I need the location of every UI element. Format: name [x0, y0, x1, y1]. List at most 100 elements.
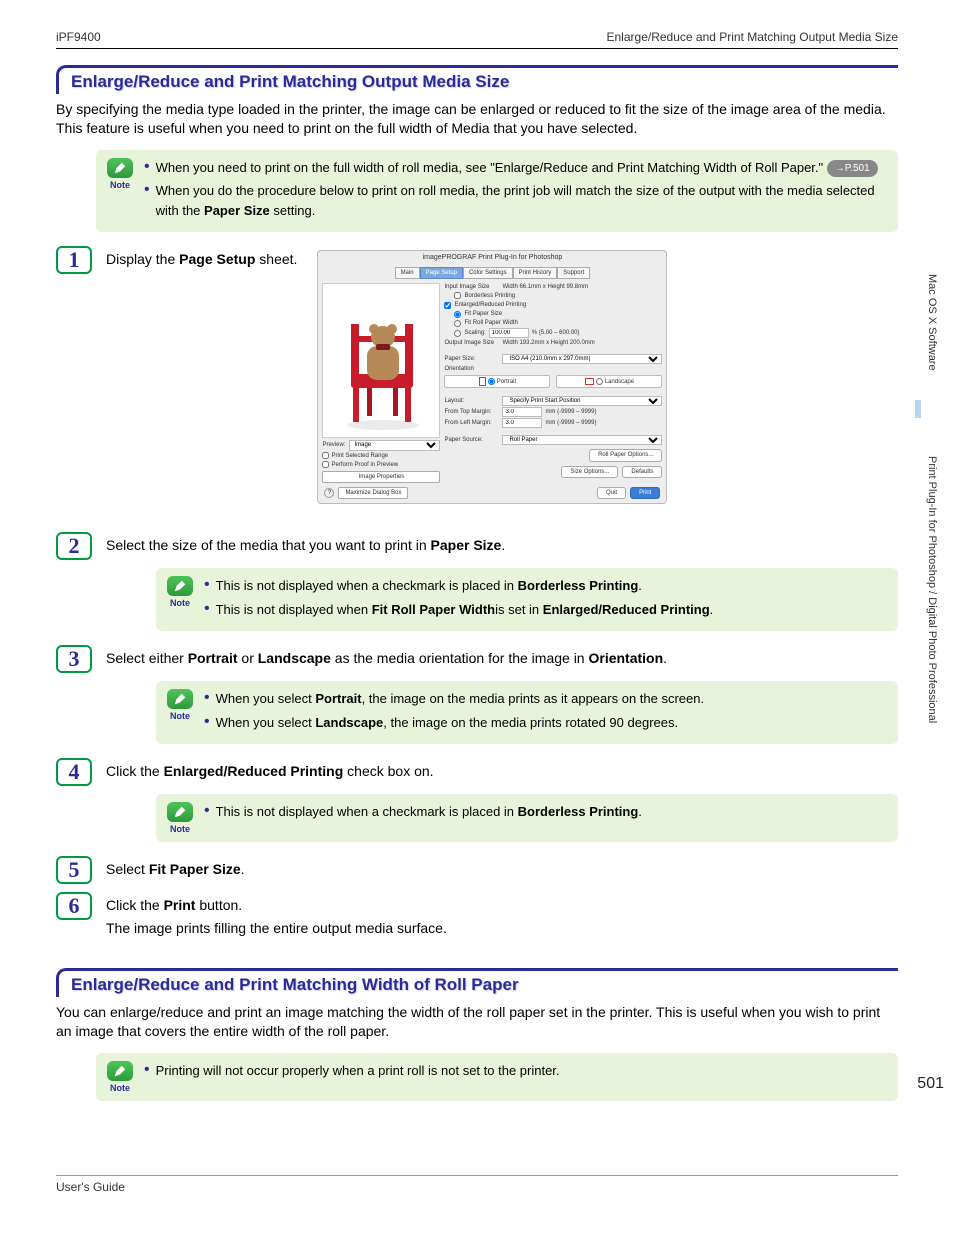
note1-bullet-1: When you need to print on the full width… [156, 158, 888, 178]
footer-text: User's Guide [56, 1180, 898, 1194]
step-1-text: Display the Page Setup sheet. [106, 250, 297, 269]
tab-support[interactable]: Support [557, 267, 590, 279]
dialog-title: imagePROGRAF Print Plug-In for Photoshop [318, 251, 666, 264]
layout-label: Layout: [444, 397, 499, 405]
borderless-label: Borderless Printing [464, 292, 515, 300]
pencil-icon [167, 689, 193, 709]
fit-roll-width-label: Fit Roll Paper Width [464, 319, 517, 327]
step-2-text: Select the size of the media that you wa… [106, 536, 898, 555]
input-image-size-label: Input Image Size [444, 283, 499, 291]
perform-proof-checkbox[interactable] [322, 461, 329, 468]
note4-bullet-1: This is not displayed when a checkmark i… [216, 802, 888, 822]
pencil-icon [107, 1061, 133, 1081]
portrait-icon [479, 377, 486, 386]
pencil-icon [167, 576, 193, 596]
left-margin-label: From Left Margin: [444, 419, 499, 427]
enlarged-reduced-checkbox[interactable] [444, 302, 451, 309]
step-6-result: The image prints filling the entire outp… [106, 919, 898, 938]
tab-print-history[interactable]: Print History [513, 267, 558, 279]
note-block-4: Note •This is not displayed when a check… [156, 794, 898, 842]
print-button[interactable]: Print [630, 487, 660, 499]
step-3-text: Select either Portrait or Landscape as t… [106, 649, 898, 668]
note-block-2: Note •This is not displayed when a check… [156, 568, 898, 631]
output-image-size-label: Output Image Size [444, 339, 499, 347]
step-number-3: 3 [56, 645, 92, 673]
fit-paper-size-radio[interactable] [454, 311, 461, 318]
section-1-title: Enlarge/Reduce and Print Matching Output… [71, 72, 898, 92]
preview-image [322, 283, 440, 438]
step-number-5: 5 [56, 856, 92, 884]
header-model: iPF9400 [56, 30, 101, 44]
step-number-6: 6 [56, 892, 92, 920]
section-1-title-bar: Enlarge/Reduce and Print Matching Output… [56, 65, 898, 94]
scaling-range: % (5.00 – 600.00) [532, 329, 580, 337]
landscape-button[interactable]: Landscape [556, 375, 662, 388]
borderless-checkbox[interactable] [454, 292, 461, 299]
fit-paper-size-label: Fit Paper Size [464, 310, 502, 318]
note-block-1: Note • When you need to print on the ful… [96, 150, 898, 233]
note2-bullet-1: This is not displayed when a checkmark i… [216, 576, 888, 596]
tab-page-setup[interactable]: Page Setup [420, 267, 463, 279]
note3-bullet-1: When you select Portrait, the image on t… [216, 689, 888, 709]
orientation-label: Orientation [444, 365, 499, 373]
layout-select[interactable]: Specify Print Start Position [502, 396, 662, 406]
tab-main[interactable]: Main [395, 267, 420, 279]
fit-roll-width-radio[interactable] [454, 320, 461, 327]
page-reference-link[interactable]: →P.501 [827, 160, 878, 177]
note5-bullet-1: Printing will not occur properly when a … [156, 1061, 888, 1081]
header-rule [56, 48, 898, 49]
top-margin-input[interactable] [502, 407, 542, 417]
top-margin-label: From Top Margin: [444, 408, 499, 416]
footer-rule [56, 1175, 898, 1176]
paper-size-label: Paper Size: [444, 355, 499, 363]
maximize-dialog-button[interactable]: Maximize Dialog Box [338, 487, 408, 499]
note-block-5: Note •Printing will not occur properly w… [96, 1053, 898, 1101]
note-label: Note [166, 598, 194, 608]
note3-bullet-2: When you select Landscape, the image on … [216, 713, 888, 733]
portrait-button[interactable]: Portrait [444, 375, 550, 388]
output-image-size-value: Width 193.2mm x Height 200.0mm [502, 339, 594, 347]
left-margin-range: mm (-9999 – 9999) [545, 419, 596, 427]
input-image-size-value: Width 66.1mm x Height 99.8mm [502, 283, 588, 291]
left-margin-input[interactable] [502, 418, 542, 428]
print-selected-range-label: Print Selected Range [331, 452, 388, 460]
note-label: Note [166, 824, 194, 834]
help-icon[interactable]: ? [324, 488, 334, 498]
step-6-text: Click the Print button. [106, 896, 898, 915]
step-number-1: 1 [56, 246, 92, 274]
landscape-radio[interactable] [596, 378, 603, 385]
landscape-icon [585, 378, 594, 385]
note-block-3: Note •When you select Portrait, the imag… [156, 681, 898, 744]
note-label: Note [106, 1083, 134, 1093]
preview-label: Preview: [322, 441, 345, 449]
scaling-radio[interactable] [454, 330, 461, 337]
perform-proof-label: Perform Proof in Preview [331, 461, 398, 469]
step-5-text: Select Fit Paper Size. [106, 860, 898, 879]
section-2-title-bar: Enlarge/Reduce and Print Matching Width … [56, 968, 898, 997]
print-selected-range-checkbox[interactable] [322, 452, 329, 459]
paper-size-select[interactable]: ISO A4 (210.0mm x 297.0mm) [502, 354, 662, 364]
paper-source-label: Paper Source: [444, 436, 499, 444]
step-number-4: 4 [56, 758, 92, 786]
step-4-text: Click the Enlarged/Reduced Printing chec… [106, 762, 898, 781]
portrait-radio[interactable] [488, 378, 495, 385]
note-label: Note [166, 711, 194, 721]
header-section: Enlarge/Reduce and Print Matching Output… [607, 30, 899, 44]
paper-source-select[interactable]: Roll Paper [502, 435, 662, 445]
pencil-icon [107, 158, 133, 178]
note-label: Note [106, 180, 134, 190]
size-options-button[interactable]: Size Options... [561, 466, 618, 478]
scaling-input[interactable] [489, 328, 529, 338]
tab-color-settings[interactable]: Color Settings [463, 267, 513, 279]
note2-bullet-2: This is not displayed when Fit Roll Pape… [216, 600, 888, 620]
roll-paper-options-button[interactable]: Roll Paper Options... [589, 449, 662, 461]
scaling-label: Scaling: [464, 329, 485, 337]
section-1-intro: By specifying the media type loaded in t… [56, 100, 898, 138]
note1-bullet-2: When you do the procedure below to print… [156, 181, 888, 220]
quit-button[interactable]: Quit [597, 487, 626, 499]
image-properties-button[interactable]: Image Properties [322, 471, 440, 483]
preview-select[interactable]: Image [349, 440, 440, 451]
defaults-button[interactable]: Defaults [622, 466, 662, 478]
section-2-intro: You can enlarge/reduce and print an imag… [56, 1003, 898, 1041]
enlarged-reduced-label: Enlarged/Reduced Printing [454, 301, 526, 309]
